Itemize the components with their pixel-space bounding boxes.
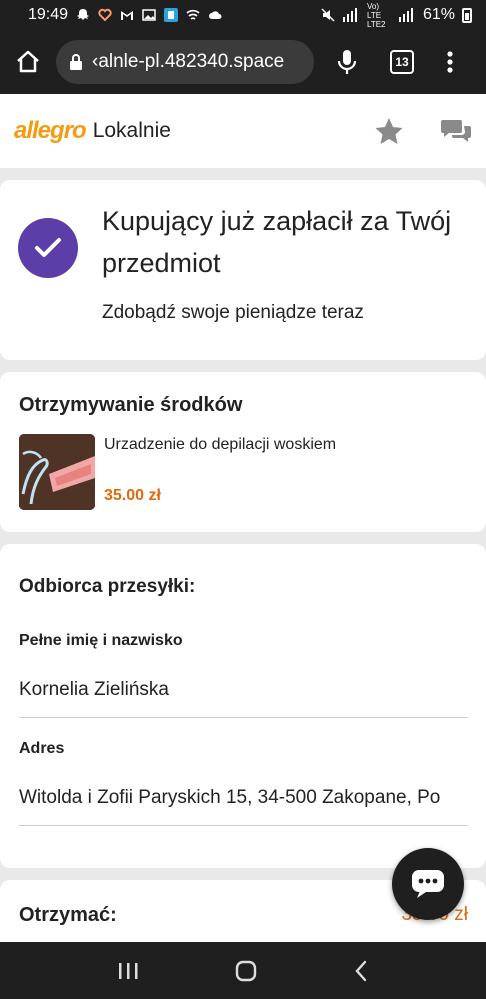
recent-apps-icon[interactable] [117,961,139,981]
app-icon [164,8,179,22]
chat-bubbles-icon[interactable] [440,116,472,146]
battery-percent: 61% [422,6,455,23]
home-icon[interactable] [12,46,44,78]
url-bar[interactable]: ‹alnle-pl.482340.space [56,40,314,84]
check-icon [35,238,61,257]
recipient-title: Odbiorca przesyłki: [19,576,196,597]
signal2-icon [398,8,413,22]
allegro-logo[interactable]: allegro [14,117,87,145]
funds-card: Otrzymywanie środków Urzadzenie do depil… [0,372,486,532]
gmail-icon [121,11,134,20]
heart-icon [98,8,112,22]
item-price: 35.00 zł [104,487,161,504]
payment-title: Kupujący już zapłacił za Twój przedmiot [102,206,452,278]
mute-icon [321,8,335,22]
more-menu-icon[interactable] [446,50,454,74]
logo-subtitle: Lokalnie [92,119,171,142]
item-thumbnail[interactable] [19,434,95,510]
tab-switcher-button[interactable]: 13 [390,50,414,74]
address-label: Adres [19,740,65,757]
home-nav-icon[interactable] [234,959,258,983]
url-text[interactable]: ‹alnle-pl.482340.space [92,51,284,73]
funds-title: Otrzymywanie środków [19,394,243,416]
microphone-icon[interactable] [336,48,358,76]
item-name[interactable]: Urzadzenie do depilacji woskiem [104,436,336,454]
lock-icon [70,54,82,70]
name-field[interactable]: Kornelia Zielińska [19,679,468,701]
app-header: allegro Lokalnie [0,94,486,168]
name-label: Pełne imię i nazwisko [19,632,183,649]
battery-icon [462,7,472,23]
chat-button[interactable] [392,848,464,920]
signal-icon [342,8,357,22]
status-time: 19:49 [28,6,69,23]
check-circle [18,218,78,278]
gallery-icon [142,9,156,21]
snapchat-icon [77,9,90,20]
back-icon[interactable] [353,959,369,983]
cloud-icon [209,11,222,19]
tab-count: 13 [395,55,409,69]
name-divider [19,717,468,718]
receive-label: Otrzymać: [19,904,117,926]
wifi-icon [186,9,200,20]
browser-toolbar: ‹alnle-pl.482340.space 13 [0,30,486,94]
payment-status-card: Kupujący już zapłacił za Twój przedmiot … [0,180,486,360]
system-nav-bar [0,942,486,999]
network-label: Vo) LTE LTE2 [366,1,386,29]
recipient-card: Odbiorca przesyłki: Pełne imię i nazwisk… [0,544,486,868]
item-image [19,434,95,510]
status-bar: 19:49 Vo) LTE LTE2 61% [0,0,486,30]
chat-icon [412,870,444,898]
address-divider [19,825,468,826]
address-field[interactable]: Witolda i Zofii Paryskich 15, 34-500 Zak… [19,787,468,809]
star-icon[interactable] [374,116,404,146]
payment-subtitle: Zdobądź swoje pieniądze teraz [102,302,364,323]
